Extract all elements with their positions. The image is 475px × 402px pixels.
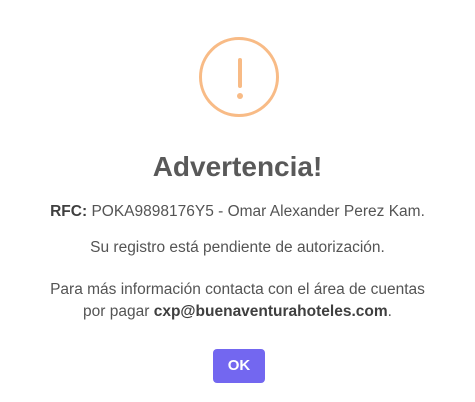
contact-email: cxp@buenaventurahoteles.com (153, 303, 388, 320)
exclamation-bar (238, 58, 242, 88)
status-message: Su registro está pendiente de autorizaci… (90, 239, 385, 256)
exclamation-dot (237, 93, 243, 99)
info-text-line-2: por pagar cxp@buenaventurahoteles.com. (0, 302, 475, 322)
warning-icon (199, 37, 279, 117)
rfc-value: POKA9898176Y5 - Omar Alexander Perez Kam… (87, 203, 425, 220)
rfc-label: RFC: (50, 203, 88, 220)
info-text-prefix: por pagar (83, 303, 154, 320)
rfc-line: RFC: POKA9898176Y5 - Omar Alexander Pere… (0, 202, 475, 222)
info-text-suffix: . (387, 303, 392, 320)
info-text-line-1: Para más información contacta con el áre… (50, 281, 425, 298)
ok-button[interactable]: OK (213, 349, 265, 383)
alert-dialog: Advertencia! RFC: POKA9898176Y5 - Omar A… (0, 0, 475, 402)
dialog-title: Advertencia! (152, 151, 323, 182)
